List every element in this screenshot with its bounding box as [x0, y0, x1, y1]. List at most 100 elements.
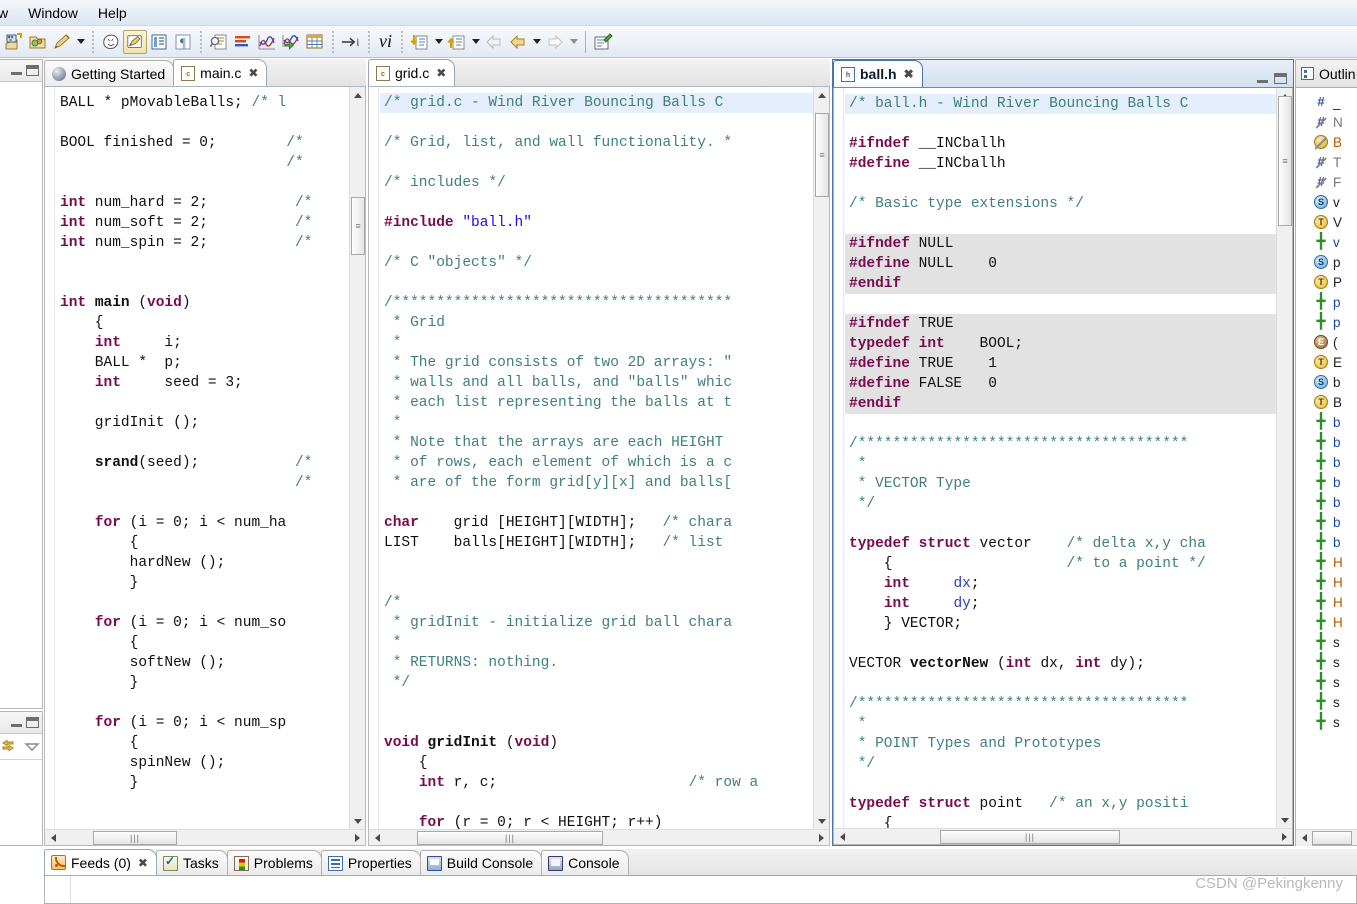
pen-edit-icon[interactable] — [50, 30, 74, 54]
vertical-scrollbar-grid-c[interactable]: ≡ — [813, 87, 829, 829]
outline-scroll-thumb[interactable] — [1312, 831, 1352, 845]
open-folder-icon[interactable] — [26, 30, 50, 54]
vertical-scroll-thumb[interactable]: ≡ — [351, 197, 365, 255]
bottom-tab-feeds-0[interactable]: Feeds (0)✖ — [44, 849, 157, 875]
code-viewport-ball-h[interactable]: /* ball.h - Wind River Bouncing Balls C … — [845, 88, 1276, 828]
scroll-right-button[interactable] — [813, 830, 829, 846]
outline-item[interactable]: ╋s — [1296, 672, 1357, 692]
horizontal-scroll-thumb[interactable]: ||| — [93, 831, 177, 845]
horizontal-scrollbar-ball-h[interactable]: ||| — [834, 828, 1292, 844]
annotation-ruler[interactable] — [45, 87, 55, 829]
graph-import-icon[interactable] — [279, 30, 303, 54]
horizontal-scroll-thumb[interactable]: ||| — [940, 830, 1120, 844]
collapsed-view-bottom[interactable] — [0, 711, 43, 846]
menu-item-window[interactable]: Window — [18, 3, 88, 23]
menu-item-help[interactable]: Help — [88, 3, 137, 23]
show-whitespace-icon[interactable]: ¶ — [171, 30, 195, 54]
code-viewport-grid-c[interactable]: /* grid.c - Wind River Bouncing Balls C … — [380, 87, 813, 829]
menu-item-clipped[interactable]: w — [0, 3, 18, 23]
last-edit-location-icon[interactable] — [482, 30, 506, 54]
outline-item[interactable]: TB — [1296, 392, 1357, 412]
horizontal-scrollbar-grid-c[interactable]: ||| — [369, 829, 829, 845]
block-selection-icon[interactable] — [147, 30, 171, 54]
editor-body-main-c[interactable]: BALL * pMovableBalls; /* l BOOL finished… — [44, 87, 366, 846]
outline-item[interactable]: ╋s — [1296, 652, 1357, 672]
collapsed-view-top[interactable] — [0, 59, 43, 709]
bottom-tab-problems[interactable]: Problems — [227, 850, 322, 875]
outline-horizontal-scrollbar[interactable] — [1296, 829, 1357, 845]
scroll-left-button[interactable] — [369, 830, 385, 846]
outline-list[interactable]: #_#NB#T#FSvTV╋vSpTP╋p╋pE(TESbTB╋b╋b╋b╋b╋… — [1296, 88, 1357, 825]
close-icon[interactable]: ✖ — [436, 67, 446, 79]
restore-icon[interactable] — [11, 66, 22, 75]
minimize-stack-button[interactable] — [1257, 74, 1268, 83]
next-annotation-dropdown[interactable] — [432, 30, 445, 54]
outline-scroll-left-button[interactable] — [1296, 830, 1312, 846]
scroll-down-button[interactable] — [1277, 812, 1293, 828]
horizontal-scrollbar-main-c[interactable]: ||| — [45, 829, 365, 845]
outline-item[interactable]: ╋b — [1296, 532, 1357, 552]
new-note-icon[interactable] — [591, 30, 615, 54]
close-icon[interactable]: ✖ — [248, 67, 258, 79]
outline-item[interactable]: ╋b — [1296, 412, 1357, 432]
forward-navigation-dropdown[interactable] — [567, 30, 580, 54]
maximize-stack-button[interactable] — [1274, 73, 1287, 84]
outline-item[interactable]: ╋s — [1296, 712, 1357, 732]
bottom-tab-console[interactable]: Console — [541, 850, 628, 875]
link-with-editor-icon[interactable] — [2, 738, 22, 756]
editor-tab-grid-c[interactable]: c grid.c ✖ — [368, 59, 455, 86]
maximize-icon-2[interactable] — [26, 717, 39, 728]
vertical-scrollbar-main-c[interactable]: ≡ — [349, 87, 365, 829]
outline-item[interactable]: Sv — [1296, 192, 1357, 212]
scroll-up-button[interactable] — [350, 87, 366, 103]
outline-item[interactable]: ╋H — [1296, 612, 1357, 632]
highlight-brush-icon[interactable] — [123, 30, 147, 54]
outline-item[interactable]: ╋p — [1296, 292, 1357, 312]
outline-item[interactable]: ╋s — [1296, 632, 1357, 652]
outline-item[interactable]: ╋b — [1296, 452, 1357, 472]
vertical-scroll-thumb[interactable]: ≡ — [1278, 96, 1292, 226]
outline-item[interactable]: ╋b — [1296, 432, 1357, 452]
outline-view-tab[interactable]: Outlin — [1296, 60, 1357, 88]
outline-item[interactable]: B — [1296, 132, 1357, 152]
previous-annotation-icon[interactable] — [445, 30, 469, 54]
horizontal-scroll-thumb[interactable]: ||| — [417, 831, 603, 845]
outline-item[interactable]: ╋b — [1296, 492, 1357, 512]
outline-item[interactable]: #T — [1296, 152, 1357, 172]
bottom-view-body[interactable] — [44, 876, 1357, 904]
outline-item[interactable]: Sb — [1296, 372, 1357, 392]
restore-icon-2[interactable] — [11, 718, 22, 727]
outline-list-icon[interactable] — [231, 30, 255, 54]
vertical-scroll-thumb[interactable]: ≡ — [815, 113, 829, 197]
outline-item[interactable]: ╋H — [1296, 592, 1357, 612]
outline-item[interactable]: E( — [1296, 332, 1357, 352]
forward-navigation-icon[interactable] — [543, 30, 567, 54]
scroll-down-button[interactable] — [350, 813, 366, 829]
scroll-right-button[interactable] — [1276, 829, 1292, 845]
outline-item[interactable]: ╋b — [1296, 512, 1357, 532]
outline-item[interactable]: #_ — [1296, 92, 1357, 112]
vertical-scrollbar-ball-h[interactable]: ≡ — [1276, 88, 1292, 828]
scroll-up-button[interactable] — [814, 87, 830, 103]
outline-item[interactable]: ╋s — [1296, 692, 1357, 712]
outline-item[interactable]: #F — [1296, 172, 1357, 192]
editor-body-ball-h[interactable]: /* ball.h - Wind River Bouncing Balls C … — [833, 88, 1293, 845]
new-dropdown-arrow[interactable] — [74, 30, 87, 54]
annotation-ruler[interactable] — [369, 87, 379, 829]
outline-item[interactable]: ╋b — [1296, 472, 1357, 492]
annotation-ruler[interactable] — [834, 88, 844, 828]
gnu-build-icon[interactable] — [99, 30, 123, 54]
outline-item[interactable]: ╋H — [1296, 572, 1357, 592]
view-menu-chevron-icon[interactable] — [24, 740, 40, 754]
goto-line-icon[interactable]: i — [339, 30, 363, 54]
outline-item[interactable]: Sp — [1296, 252, 1357, 272]
editor-tab-getting-started[interactable]: Getting Started — [44, 60, 174, 86]
back-navigation-dropdown[interactable] — [530, 30, 543, 54]
close-icon[interactable]: ✖ — [904, 68, 914, 80]
outline-item[interactable]: TE — [1296, 352, 1357, 372]
bottom-tab-tasks[interactable]: Tasks — [156, 850, 228, 875]
outline-item[interactable]: ╋H — [1296, 552, 1357, 572]
graph-trace-icon[interactable] — [255, 30, 279, 54]
search-document-icon[interactable] — [207, 30, 231, 54]
code-viewport-main-c[interactable]: BALL * pMovableBalls; /* l BOOL finished… — [56, 87, 349, 829]
